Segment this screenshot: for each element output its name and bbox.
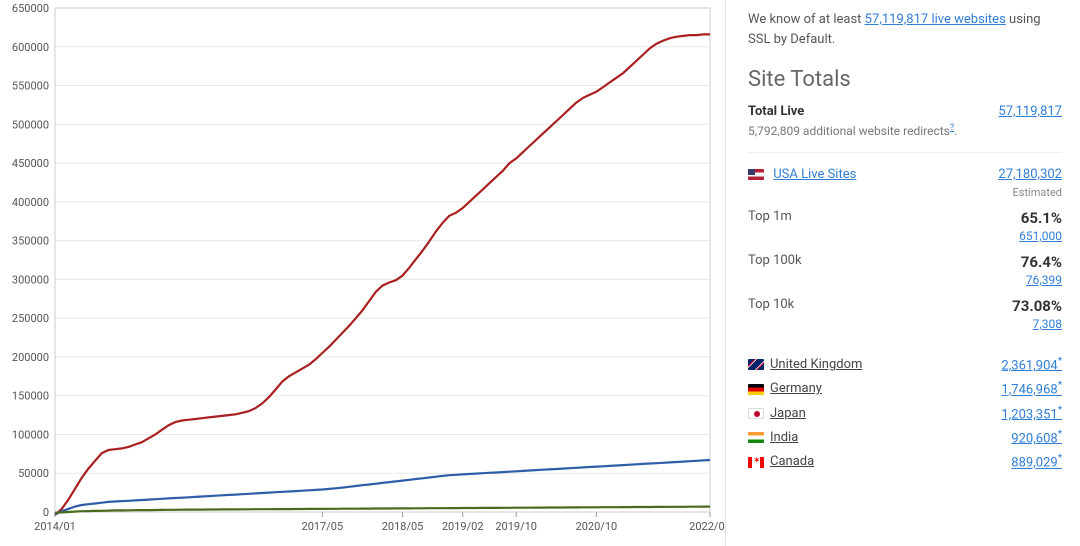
svg-text:2022/03: 2022/03: [689, 520, 725, 533]
intro-count-link[interactable]: 57,119,817 live websites: [865, 12, 1006, 27]
country-name-wrap: India: [748, 430, 798, 445]
country-link[interactable]: Canada: [770, 454, 814, 469]
de-flag-icon: [748, 384, 764, 395]
top-10k-count[interactable]: 7,308: [1033, 317, 1062, 331]
top-10k-block: Top 10k 73.08% 7,308: [748, 297, 1062, 331]
svg-text:0: 0: [43, 506, 49, 519]
svg-text:2017/05: 2017/05: [302, 520, 344, 533]
svg-text:200000: 200000: [12, 351, 49, 364]
ca-flag-icon: [748, 457, 764, 468]
series-top-1m: [55, 34, 710, 515]
country-value[interactable]: 1,203,351*: [1001, 405, 1062, 422]
svg-text:500000: 500000: [12, 118, 49, 131]
country-value[interactable]: 2,361,904*: [1001, 356, 1062, 373]
country-value[interactable]: 1,746,968*: [1001, 380, 1062, 397]
country-value[interactable]: 889,029*: [1011, 453, 1062, 470]
redirects-count: 5,792,809: [748, 124, 800, 138]
country-row: Canada 889,029*: [748, 453, 1062, 470]
section-title: Site Totals: [748, 67, 1062, 92]
svg-text:650000: 650000: [12, 2, 49, 15]
usage-chart: 0 50000 100000 150000 200000 250000 300000 3500…: [0, 0, 725, 546]
svg-text:550000: 550000: [12, 80, 49, 93]
country-name-wrap: Canada: [748, 454, 814, 469]
top-100k-count[interactable]: 76,399: [1026, 273, 1062, 287]
country-row: Japan 1,203,351*: [748, 405, 1062, 422]
svg-text:2018/05: 2018/05: [382, 520, 424, 533]
top-1m-percent: 65.1%: [1021, 209, 1062, 227]
in-flag-icon: [748, 432, 764, 443]
separator: [748, 152, 1062, 153]
country-row: United Kingdom 2,361,904*: [748, 356, 1062, 373]
svg-text:400000: 400000: [12, 196, 49, 209]
uk-flag-icon: [748, 359, 764, 370]
top-100k-label: Top 100k: [748, 253, 802, 271]
country-link[interactable]: Japan: [770, 406, 806, 421]
svg-text:2020/10: 2020/10: [576, 520, 618, 533]
usa-link[interactable]: USA Live Sites: [773, 167, 856, 182]
svg-text:2019/02: 2019/02: [442, 520, 484, 533]
svg-text:50000: 50000: [18, 467, 49, 480]
top-100k-block: Top 100k 76.4% 76,399: [748, 253, 1062, 287]
country-row: Germany 1,746,968*: [748, 380, 1062, 397]
intro-text: We know of at least 57,119,817 live webs…: [748, 10, 1062, 49]
svg-text:300000: 300000: [12, 273, 49, 286]
country-value[interactable]: 920,608*: [1011, 429, 1062, 446]
chart-svg: 0 50000 100000 150000 200000 250000 300000 3500…: [0, 0, 725, 540]
top-10k-label: Top 10k: [748, 297, 794, 315]
svg-text:450000: 450000: [12, 157, 49, 170]
usa-estimated: Estimated: [748, 186, 1062, 199]
top-10k-percent: 73.08%: [1012, 297, 1062, 315]
country-link[interactable]: United Kingdom: [770, 357, 862, 372]
top-1m-block: Top 1m 65.1% 651,000: [748, 209, 1062, 243]
usa-row: USA Live Sites 27,180,302: [748, 167, 1062, 182]
total-live-label: Total Live: [748, 104, 804, 119]
country-name-wrap: United Kingdom: [748, 357, 862, 372]
side-panel: We know of at least 57,119,817 live webs…: [725, 0, 1080, 546]
svg-text:600000: 600000: [12, 41, 49, 54]
redirects-help-link[interactable]: ?: [950, 123, 954, 133]
jp-flag-icon: [748, 408, 764, 419]
svg-text:350000: 350000: [12, 235, 49, 248]
svg-text:150000: 150000: [12, 390, 49, 403]
country-list: United Kingdom 2,361,904* Germany 1,746,968…: [748, 356, 1062, 471]
svg-text:100000: 100000: [12, 428, 49, 441]
top-1m-count[interactable]: 651,000: [1019, 229, 1062, 243]
total-live-row: Total Live 57,119,817: [748, 104, 1062, 119]
country-name-wrap: Japan: [748, 406, 806, 421]
country-link[interactable]: Germany: [770, 381, 822, 396]
intro-prefix: We know of at least: [748, 12, 865, 27]
top-100k-percent: 76.4%: [1021, 253, 1062, 271]
country-row: India 920,608*: [748, 429, 1062, 446]
country-name-wrap: Germany: [748, 381, 822, 396]
country-link[interactable]: India: [770, 430, 798, 445]
total-live-value[interactable]: 57,119,817: [998, 104, 1062, 119]
redirects-text: 5,792,809 additional website redirects?.: [748, 123, 1062, 138]
us-flag-icon: [748, 169, 764, 180]
usa-value[interactable]: 27,180,302: [998, 167, 1062, 182]
svg-text:2019/10: 2019/10: [495, 520, 537, 533]
svg-text:250000: 250000: [12, 312, 49, 325]
svg-text:2014/01: 2014/01: [34, 520, 76, 533]
redirects-label: additional website redirects: [800, 124, 950, 138]
usa-label-wrap: USA Live Sites: [748, 167, 856, 182]
top-1m-label: Top 1m: [748, 209, 792, 227]
